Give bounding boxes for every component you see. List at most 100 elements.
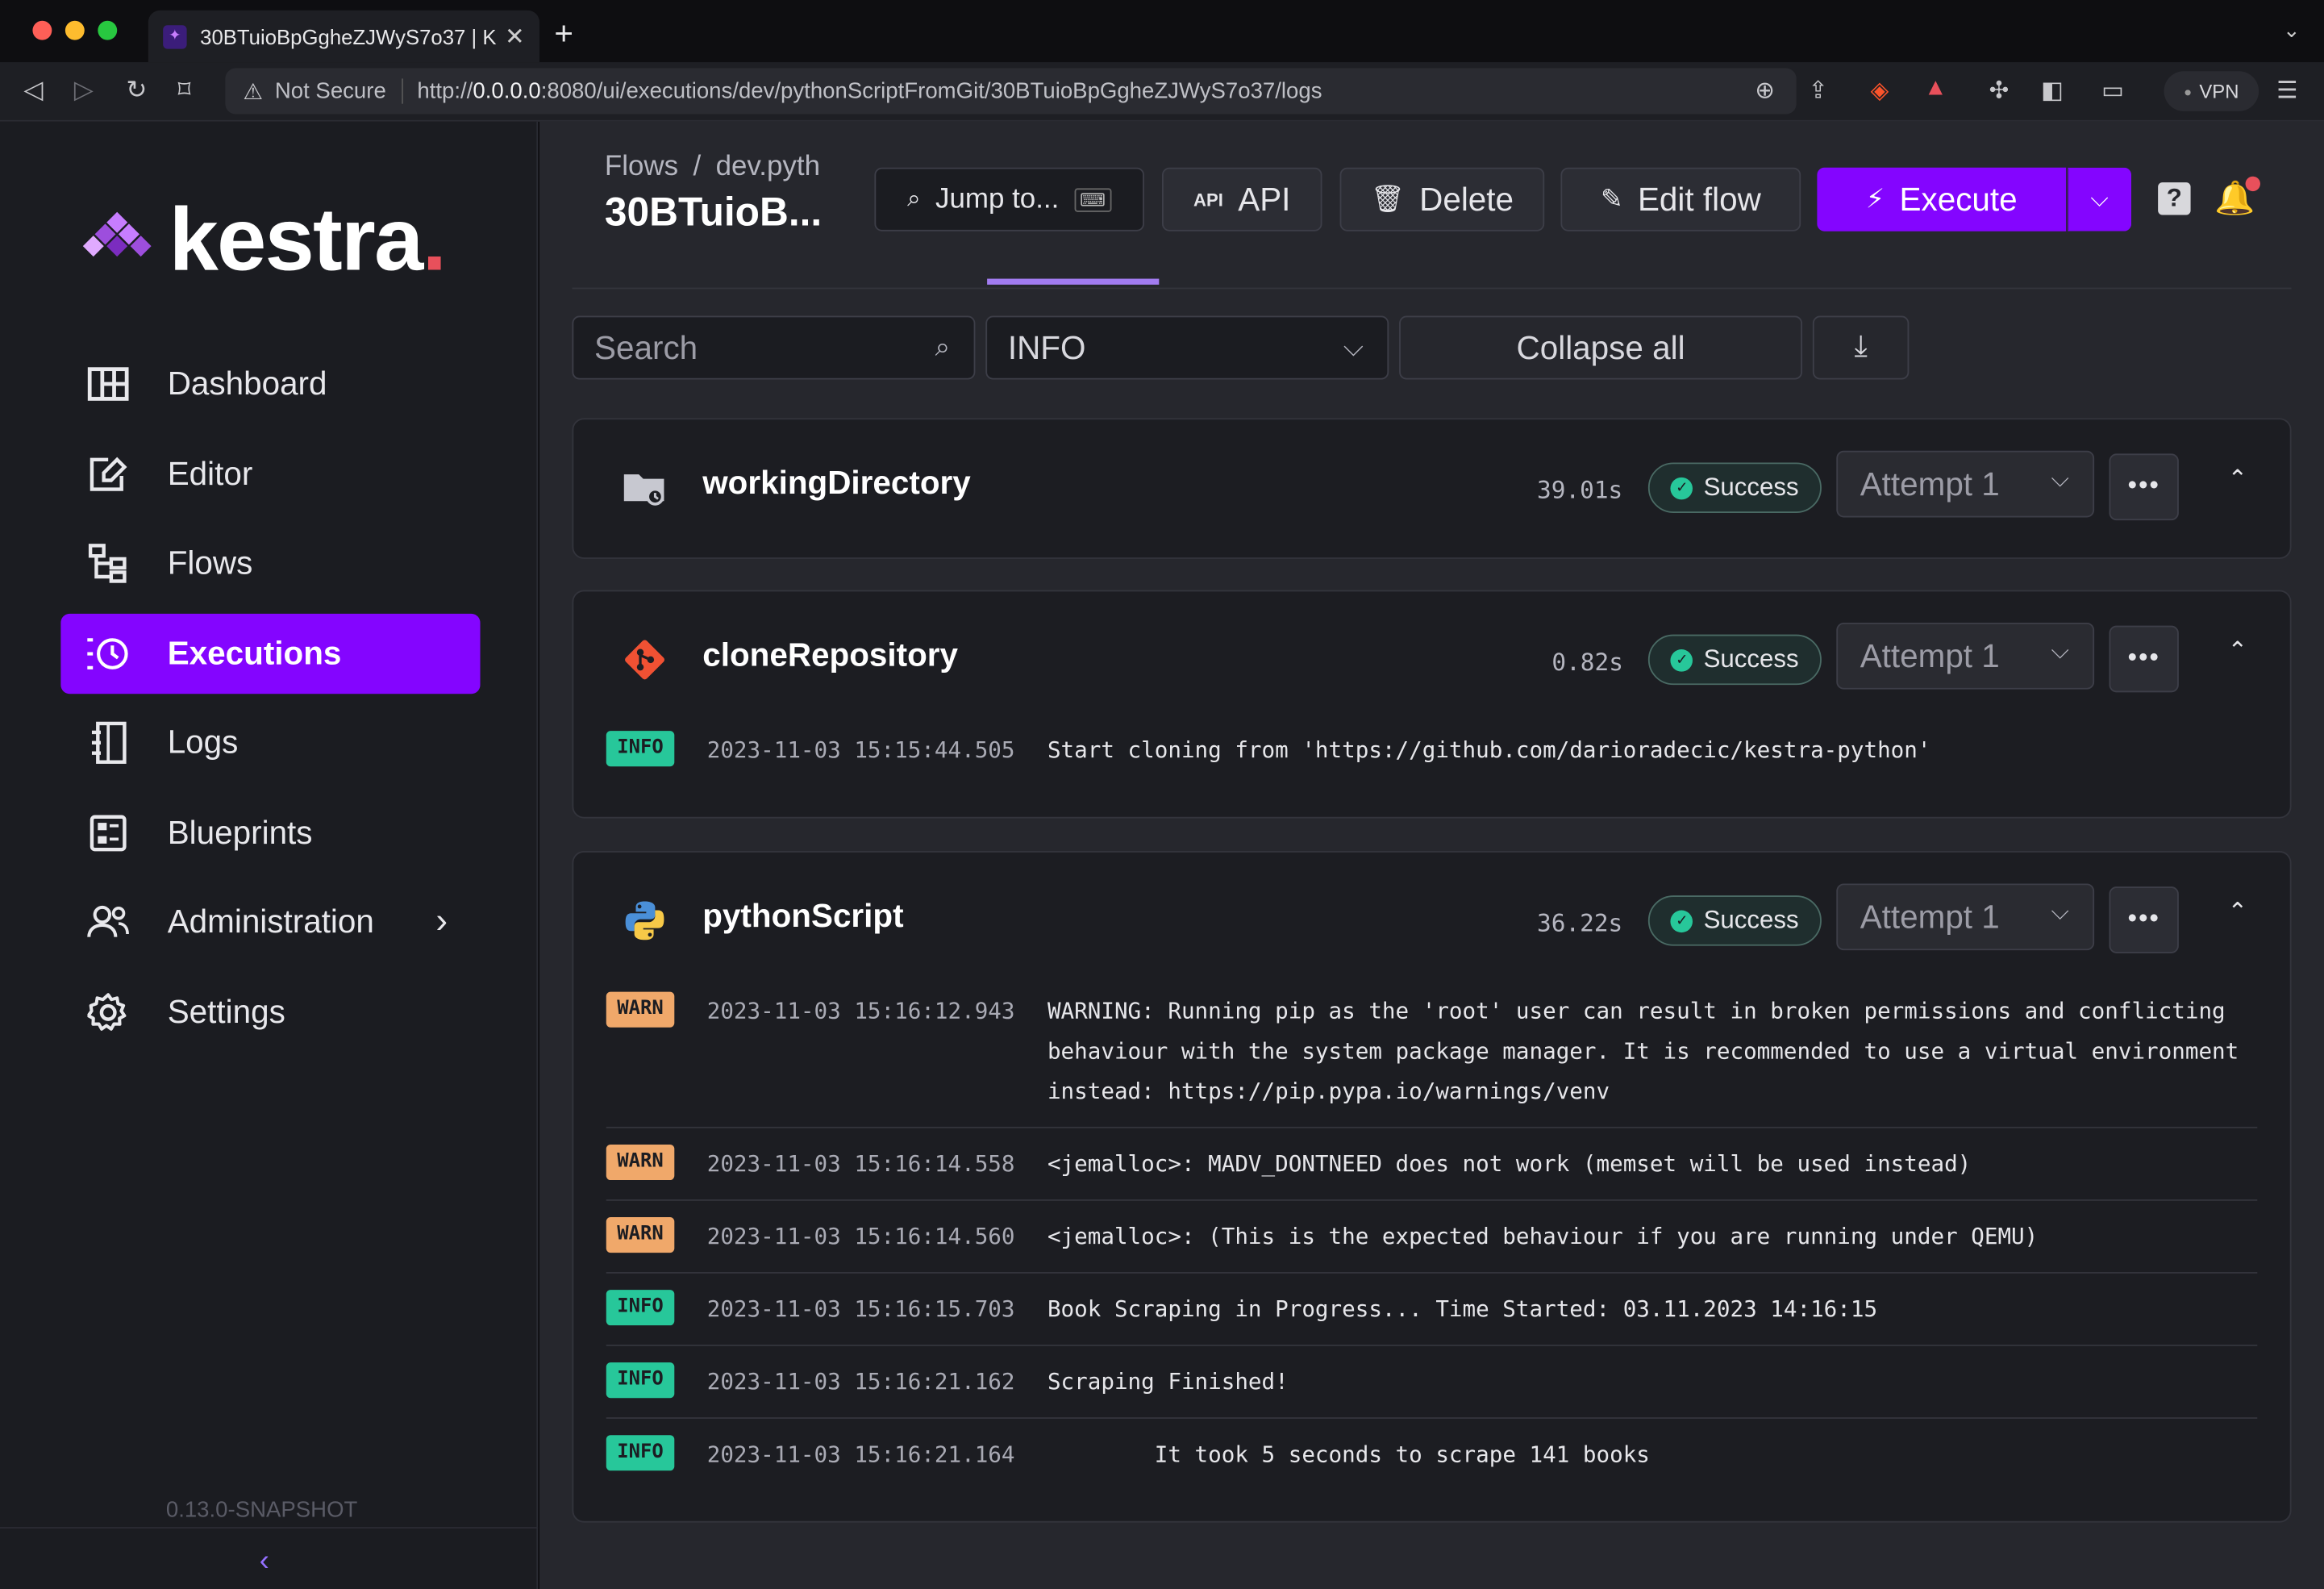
address-bar[interactable]: ⚠ Not Secure http://0.0.0.0:8080/ui/exec… xyxy=(225,68,1797,115)
more-actions-button[interactable]: ••• xyxy=(2109,886,2179,953)
attempt-select[interactable]: Attempt 1 ⌵ xyxy=(1836,622,2095,690)
collapse-sidebar-icon[interactable]: ‹ xyxy=(260,1545,269,1579)
tab-list-chevron-icon[interactable]: ⌄ xyxy=(2283,18,2301,43)
sidebar-item-flows[interactable]: Flows xyxy=(60,523,480,603)
attempt-select[interactable]: Attempt 1 ⌵ xyxy=(1836,883,2095,951)
kestra-favicon-icon: ✦ xyxy=(163,24,187,48)
chevron-up-icon[interactable]: ⌃ xyxy=(2228,464,2248,494)
extensions-icon[interactable]: ✣ xyxy=(1989,76,2010,106)
reload-icon[interactable]: ↻ xyxy=(126,76,147,106)
ellipsis-icon: ••• xyxy=(2127,903,2160,933)
trash-icon: 🗑 xyxy=(1370,183,1405,214)
help-icon[interactable]: ? xyxy=(2158,182,2191,215)
search-input[interactable]: Search ⌕ xyxy=(572,315,976,380)
log-message: Book Scraping in Progress... Time Starte… xyxy=(1047,1295,1878,1323)
task-header[interactable]: workingDirectory 39.01s ✓ Success Attempt… xyxy=(573,419,2289,556)
task-duration: 0.82s xyxy=(1551,648,1623,677)
kestra-logo-icon xyxy=(82,209,152,271)
wallet-icon[interactable]: ▭ xyxy=(2101,76,2124,106)
blueprints-icon xyxy=(86,810,131,854)
status-label: Success xyxy=(1703,473,1799,502)
delete-button[interactable]: 🗑 Delete xyxy=(1339,167,1545,231)
brave-shield-icon[interactable]: ◈ xyxy=(1871,76,1889,106)
minimize-window-button[interactable] xyxy=(65,20,85,40)
brave-rewards-icon[interactable]: ▲ xyxy=(1924,76,1947,102)
forward-icon[interactable]: ▷ xyxy=(74,76,94,106)
sidebar-item-editor[interactable]: Editor xyxy=(60,434,480,514)
tab-bar: ✦ 30BTuioBpGgheZJWyS7o37 | K ✕ + ⌄ xyxy=(0,0,2324,63)
log-row: WARN 2023-11-03 15:16:14.560 <jemalloc>:… xyxy=(573,1217,2289,1257)
close-window-button[interactable] xyxy=(32,20,52,40)
jump-to-button[interactable]: ⌕ Jump to... ⌨ xyxy=(874,167,1144,231)
task-header[interactable]: cloneRepository 0.82s ✓ Success Attempt 1… xyxy=(573,591,2289,728)
status-label: Success xyxy=(1703,644,1799,674)
main-content: Flows / dev.pyth 30BTuioB... ⌕ Jump to... … xyxy=(539,121,2324,1589)
sidebar-divider xyxy=(0,1527,539,1529)
chevron-up-icon[interactable]: ⌃ xyxy=(2228,636,2248,666)
execute-options-button[interactable]: ⌵ xyxy=(2068,167,2132,231)
breadcrumb-flows-link[interactable]: Flows xyxy=(605,151,678,182)
page: ✦ 30BTuioBpGgheZJWyS7o37 | K ✕ + ⌄ ◁ ▷ ↻… xyxy=(0,0,2324,1589)
sidebar-item-executions[interactable]: Executions xyxy=(60,613,481,694)
sidebar-item-label: Flows xyxy=(167,544,253,582)
url-prefix: http:// xyxy=(417,78,473,104)
gear-icon xyxy=(86,990,131,1034)
log-level-badge: INFO xyxy=(606,1435,675,1471)
notifications-bell-icon[interactable]: 🔔 xyxy=(2214,176,2261,218)
log-divider xyxy=(606,1417,2258,1419)
active-tab-indicator xyxy=(987,278,1160,285)
url-host: 0.0.0.0 xyxy=(473,78,541,104)
bookmark-icon[interactable]: ⌑ xyxy=(178,76,191,106)
task-name: pythonScript xyxy=(702,896,904,934)
sidebar-toggle-icon[interactable]: ◧ xyxy=(2041,76,2064,106)
log-message: <jemalloc>: (This is the expected behavi… xyxy=(1047,1223,2039,1250)
notification-badge xyxy=(2246,176,2261,192)
sidebar-item-dashboard[interactable]: Dashboard xyxy=(60,344,480,423)
sidebar-nav: Dashboard Editor Flows Executions Logs B… xyxy=(60,344,481,1061)
menu-icon[interactable]: ☰ xyxy=(2276,76,2297,106)
sidebar-item-logs[interactable]: Logs xyxy=(60,703,480,782)
search-icon: ⌕ xyxy=(935,332,951,362)
zoom-icon[interactable]: ⊕ xyxy=(1755,76,1775,106)
editor-icon xyxy=(86,452,131,496)
edit-flow-button[interactable]: ✎ Edit flow xyxy=(1560,167,1801,231)
chevron-up-icon[interactable]: ⌃ xyxy=(2228,897,2248,927)
close-tab-icon[interactable]: ✕ xyxy=(505,23,525,52)
sidebar-item-administration[interactable]: Administration › xyxy=(60,882,480,962)
delete-label: Delete xyxy=(1419,180,1514,218)
kestra-logo[interactable]: kestra. xyxy=(82,195,447,285)
ellipsis-icon: ••• xyxy=(2127,641,2160,672)
sidebar-item-label: Editor xyxy=(167,454,253,492)
vpn-button[interactable]: ● VPN xyxy=(2164,71,2259,111)
back-icon[interactable]: ◁ xyxy=(23,76,43,106)
collapse-all-button[interactable]: Collapse all xyxy=(1399,315,1803,380)
more-actions-button[interactable]: ••• xyxy=(2109,625,2179,693)
more-actions-button[interactable]: ••• xyxy=(2109,453,2179,521)
api-button[interactable]: API API xyxy=(1162,167,1322,231)
security-label: Not Secure xyxy=(274,78,386,104)
log-row: INFO 2023-11-03 15:16:21.164 It took 5 s… xyxy=(573,1435,2289,1475)
attempt-select[interactable]: Attempt 1 ⌵ xyxy=(1836,450,2095,518)
breadcrumb-namespace-link[interactable]: dev.pyth xyxy=(716,151,820,182)
execute-button[interactable]: ⚡ Execute xyxy=(1817,167,2067,231)
task-duration: 36.22s xyxy=(1537,908,1623,937)
share-icon[interactable]: ⇪ xyxy=(1808,76,1828,106)
collapse-all-label: Collapse all xyxy=(1516,328,1685,366)
log-timestamp: 2023-11-03 15:16:14.560 xyxy=(706,1223,1015,1250)
executions-icon xyxy=(86,631,131,675)
maximize-window-button[interactable] xyxy=(98,20,118,40)
task-card-pythonScript: pythonScript 36.22s ✓ Success Attempt 1 ⌵ … xyxy=(572,851,2292,1523)
keyboard-icon: ⌨ xyxy=(1073,187,1112,211)
dashboard-icon xyxy=(86,361,131,406)
sidebar-item-settings[interactable]: Settings xyxy=(60,972,480,1052)
chevron-down-icon: ⌵ xyxy=(2051,466,2069,493)
log-level-badge: WARN xyxy=(606,1144,675,1181)
download-logs-button[interactable]: ⤓ xyxy=(1812,315,1910,380)
task-card-cloneRepository: cloneRepository 0.82s ✓ Success Attempt 1… xyxy=(572,590,2292,819)
log-level-select[interactable]: INFO ⌵ xyxy=(985,315,1389,380)
task-header[interactable]: pythonScript 36.22s ✓ Success Attempt 1 ⌵ … xyxy=(573,853,2289,989)
browser-tab[interactable]: ✦ 30BTuioBpGgheZJWyS7o37 | K ✕ xyxy=(148,10,540,63)
sidebar-item-blueprints[interactable]: Blueprints xyxy=(60,792,480,872)
status-badge: ✓ Success xyxy=(1647,634,1822,686)
new-tab-icon[interactable]: + xyxy=(554,15,573,53)
